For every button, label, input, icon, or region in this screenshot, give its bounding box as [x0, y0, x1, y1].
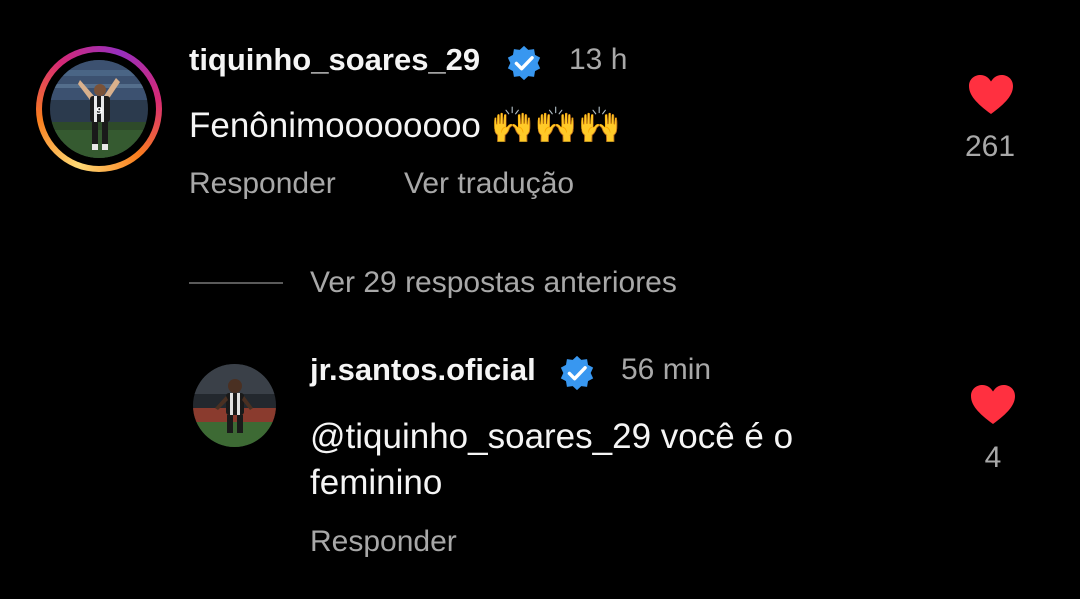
reply-button[interactable]: Responder [310, 525, 457, 559]
reply-text-line-1: @tiquinho_soares_29 você é o [310, 417, 794, 456]
comment-timestamp: 13 h [569, 43, 628, 76]
comment-username[interactable]: tiquinho_soares_29 [189, 42, 480, 78]
reply-like-count: 4 [984, 441, 1002, 474]
heart-filled-icon[interactable] [968, 74, 1014, 116]
reply-text-line-2: feminino [310, 463, 443, 502]
reply-timestamp: 56 min [621, 353, 712, 386]
reply-username[interactable]: jr.santos.oficial [310, 352, 536, 388]
avatar-photo-icon [193, 364, 276, 447]
verified-badge-icon [560, 355, 594, 391]
heart-filled-icon[interactable] [970, 384, 1016, 426]
avatar-photo-icon: 9 [50, 60, 148, 158]
avatar-tiquinho[interactable]: 9 [50, 60, 148, 158]
story-ring[interactable]: 9 [36, 46, 162, 172]
verified-badge-icon [507, 45, 541, 81]
like-count: 261 [964, 130, 1016, 163]
translate-button[interactable]: Ver tradução [404, 167, 574, 201]
reply-button[interactable]: Responder [189, 167, 336, 201]
replies-divider [189, 282, 283, 284]
svg-text:9: 9 [96, 106, 103, 117]
story-ring-gap: 9 [42, 52, 156, 166]
comment-text: Fenônimoooooooo 🙌🙌🙌 [189, 106, 622, 145]
avatar-jr-santos[interactable] [193, 364, 276, 447]
view-replies-button[interactable]: Ver 29 respostas anteriores [310, 266, 677, 300]
